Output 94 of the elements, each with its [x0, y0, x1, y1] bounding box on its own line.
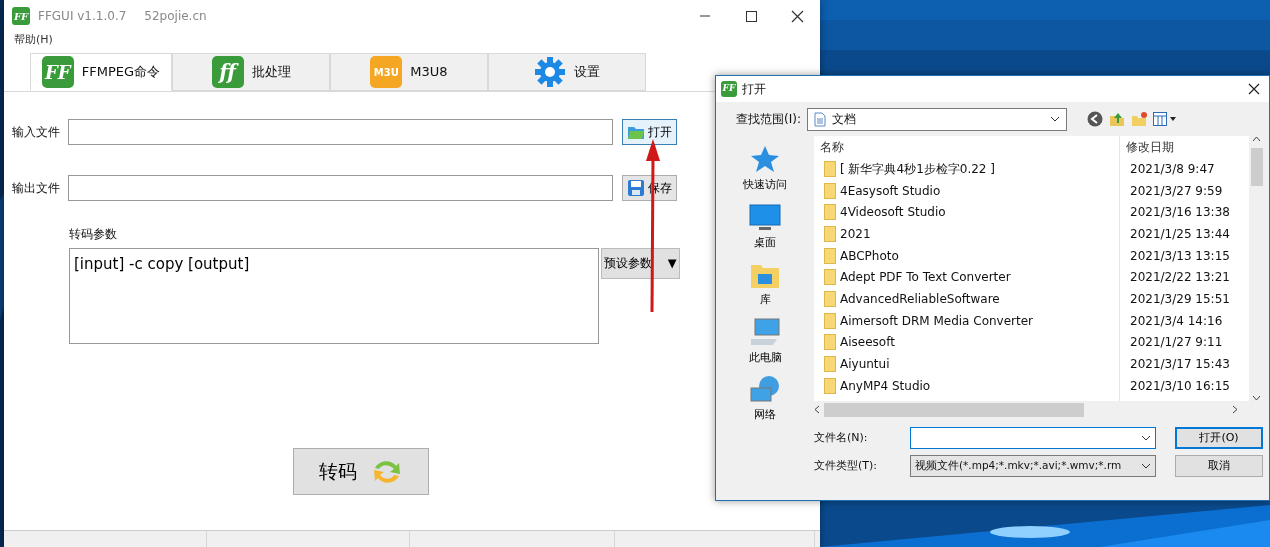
file-name-field[interactable] [910, 427, 1156, 449]
open-button[interactable]: 打开 [622, 119, 677, 145]
places-item[interactable]: 网络 [749, 374, 781, 424]
close-button[interactable] [790, 9, 804, 23]
file-date: 2021/3/4 14:16 [1130, 312, 1223, 330]
app-icon: FF [12, 7, 30, 25]
scroll-up-icon [1252, 136, 1261, 142]
menu-item[interactable]: 帮助(H) [14, 32, 53, 48]
close-button[interactable] [1248, 83, 1260, 95]
tab[interactable]: FF FFMPEG命令 [30, 53, 172, 91]
up-folder-icon[interactable] [1108, 111, 1125, 127]
file-date: 2021/1/25 13:44 [1130, 225, 1230, 243]
folder-icon [627, 124, 645, 140]
scroll-left-icon [814, 405, 820, 414]
params-label: 转码参数 [69, 226, 117, 243]
file-date: 2021/3/13 13:15 [1130, 247, 1230, 265]
chevron-icon [1049, 116, 1060, 122]
file-name[interactable]: ABCPhoto [840, 246, 899, 265]
preset-dropdown-button[interactable]: 预设参数 ▼ [601, 248, 680, 279]
scroll-right-icon [1232, 405, 1238, 414]
file-date: 2021/3/8 9:47 [1130, 160, 1215, 178]
places-item[interactable]: 此电脑 [748, 316, 782, 366]
file-name[interactable]: 4Easysoft Studio [840, 181, 941, 200]
file-date: 2021/3/29 15:51 [1130, 290, 1230, 308]
text-field[interactable] [68, 119, 613, 145]
quick-icon [749, 144, 781, 174]
site-label: 52pojie.cn [144, 8, 207, 25]
network-icon [749, 374, 781, 404]
folder-icon [824, 356, 836, 373]
file-date: 2021/2/22 13:21 [1130, 269, 1230, 287]
file-type-dropdown[interactable]: 视频文件(*.mp4;*.mkv;*.avi;*.wmv;*.rm [910, 455, 1156, 477]
view-menu-icon[interactable] [1152, 112, 1177, 126]
maximize-button[interactable] [744, 9, 758, 23]
params-field[interactable]: [input] -c copy [output] [69, 248, 599, 344]
file-name[interactable]: 4Videosoft Studio [840, 203, 946, 222]
convert-button[interactable]: 转码 [293, 448, 429, 495]
pc-icon [749, 316, 781, 347]
file-name[interactable]: AdvancedReliableSoftware [840, 289, 1000, 308]
text-field[interactable] [68, 175, 613, 201]
folder-icon [824, 225, 836, 242]
chevron-icon [1141, 435, 1151, 441]
places-item[interactable]: 桌面 [749, 201, 781, 251]
tab[interactable]: ff 批处理 [172, 53, 330, 91]
chevron-icon [1141, 463, 1151, 469]
batch-icon: ff [211, 56, 244, 88]
file-name[interactable]: Aiyuntui [840, 355, 890, 374]
window-title: FFGUI v1.1.0.7 [38, 8, 127, 25]
scroll-down-icon [1252, 395, 1261, 401]
settings-icon [534, 56, 566, 88]
places-item[interactable]: 快速访问 [743, 144, 787, 194]
places-item[interactable]: 库 [749, 259, 781, 309]
tab[interactable]: M3U M3U8 [330, 53, 488, 91]
file-date: 2021/3/17 15:43 [1130, 356, 1230, 374]
field-label: 输入文件 [11, 124, 61, 141]
look-in-dropdown[interactable]: 文档 [806, 107, 1067, 131]
file-type-label: 文件类型(T): [814, 457, 878, 474]
file-date: 2021/1/27 9:11 [1130, 334, 1223, 352]
ffmpeg-icon: FF [41, 56, 74, 88]
folder-icon [824, 269, 836, 286]
document-icon [813, 111, 826, 127]
file-name[interactable]: Aimersoft DRM Media Converter [840, 311, 1034, 330]
folder-icon [824, 204, 836, 221]
floppy-icon [627, 179, 645, 197]
file-date: 2021/3/16 13:38 [1130, 204, 1230, 222]
file-name[interactable]: AnyMP4 Studio [840, 376, 931, 395]
new-folder-icon[interactable] [1130, 111, 1147, 127]
tab[interactable]: 设置 [488, 53, 646, 91]
scrollbar-thumb[interactable] [1250, 148, 1263, 186]
file-date: 2021/3/10 16:15 [1130, 377, 1230, 395]
folder-icon [824, 312, 836, 329]
field-label: 输出文件 [11, 180, 61, 197]
folder-icon [824, 247, 836, 264]
desktop-icon [749, 201, 781, 232]
file-name[interactable]: 2021 [840, 224, 871, 243]
folder-icon [824, 182, 836, 199]
app-icon: FF [721, 81, 737, 97]
folder-icon [824, 290, 836, 307]
dialog-title: 打开 [742, 81, 766, 98]
folder-icon [824, 377, 836, 394]
cancel-button[interactable]: 取消 [1175, 455, 1263, 477]
open-button[interactable]: 打开(O) [1175, 427, 1263, 449]
column-header[interactable]: 修改日期 [1120, 136, 1249, 158]
column-header[interactable]: 名称 [814, 136, 1119, 158]
scrollbar-thumb[interactable] [824, 402, 1084, 417]
file-name-label: 文件名(N): [814, 429, 869, 446]
back-icon[interactable] [1086, 111, 1103, 127]
look-in-label: 查找范围(I): [736, 111, 801, 128]
folder-icon [824, 334, 836, 351]
m3u-icon: M3U [370, 56, 403, 88]
file-date: 2021/3/27 9:59 [1130, 182, 1223, 200]
folder-icon [824, 160, 836, 177]
file-name[interactable]: Aiseesoft [840, 333, 895, 352]
file-name[interactable]: Adept PDF To Text Converter [840, 268, 1011, 287]
file-name[interactable]: [ 新华字典4秒1步检字0.22 ] [840, 159, 995, 178]
